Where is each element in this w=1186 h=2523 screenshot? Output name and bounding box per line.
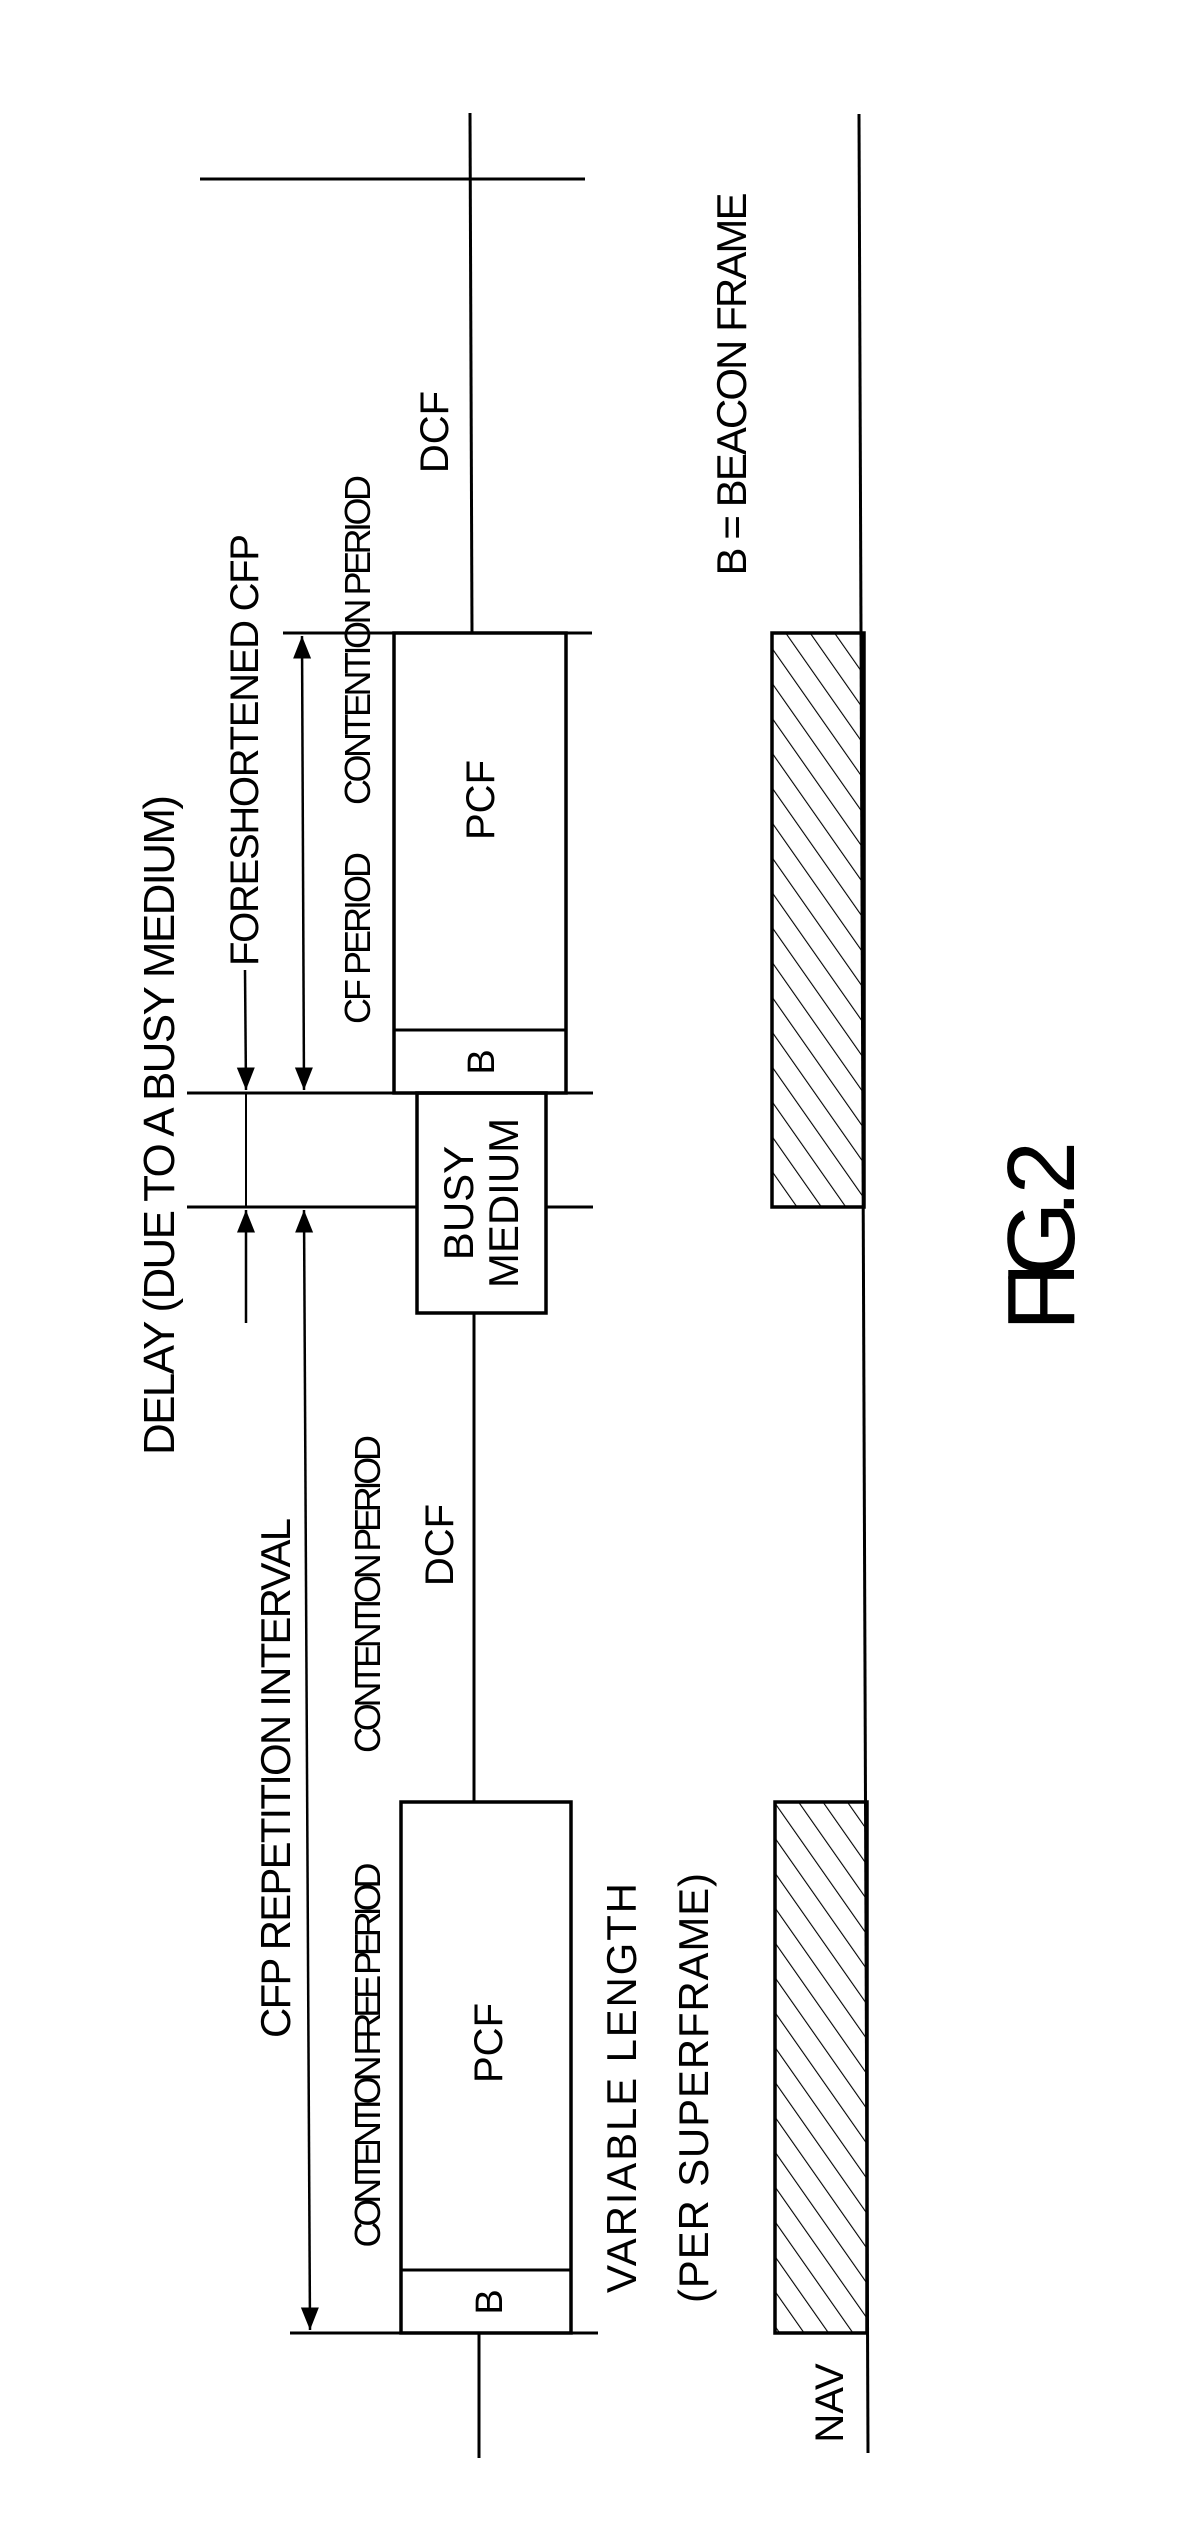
delay-label: DELAY (DUE TO A BUSY MEDIUM) <box>135 795 184 1455</box>
dcf-label-middle: DCF <box>418 1504 462 1586</box>
pcf-block-2 <box>392 631 568 1095</box>
dcf-label-top: DCF <box>413 391 457 473</box>
medium-timeline-top <box>468 112 474 634</box>
pcf-label-1: PCF <box>467 2003 511 2083</box>
pcf-label-2: PCF <box>459 760 503 840</box>
cfp-timing-diagram: DCF CONTENTION PERIOD CF PERIOD FORESHOR… <box>135 112 1095 2458</box>
contention-period-label-2: CONTENTION PERIOD <box>337 475 378 805</box>
beacon-legend: B = BEACON FRAME <box>708 193 755 576</box>
busy-medium-label-line2: MEDIUM <box>480 1118 527 1288</box>
contention-free-period-label: CONTENTION FREE PERIOD <box>347 1863 388 2248</box>
foreshortened-leader-arrow <box>236 969 255 1091</box>
figure-title: FIG. 2 <box>988 1141 1095 1331</box>
cf-period-arrow <box>293 635 313 1091</box>
contention-period-label-1: CONTENTION PERIOD <box>347 1435 388 1753</box>
cf-period-label: CF PERIOD <box>337 852 378 1024</box>
busy-medium-label-line1: BUSY <box>435 1146 482 1260</box>
cfp-repetition-interval-label: CFP REPETITION INTERVAL <box>252 1518 299 2038</box>
nav-label: NAV <box>808 2363 852 2443</box>
per-superframe-label: (PER SUPERFRAME) <box>670 1873 717 2303</box>
nav-hatched-bar-2 <box>770 631 866 1209</box>
nav-hatched-bar-1 <box>773 1800 869 2335</box>
beacon-label-1: B <box>469 2289 511 2314</box>
cfp-repetition-arrow <box>295 1209 319 2331</box>
foreshortened-cfp-label: FORESHORTENED CFP <box>223 534 267 966</box>
variable-length-label: VARIABLE LENGTH <box>598 1883 645 2293</box>
beacon-label-2: B <box>461 1049 503 1074</box>
